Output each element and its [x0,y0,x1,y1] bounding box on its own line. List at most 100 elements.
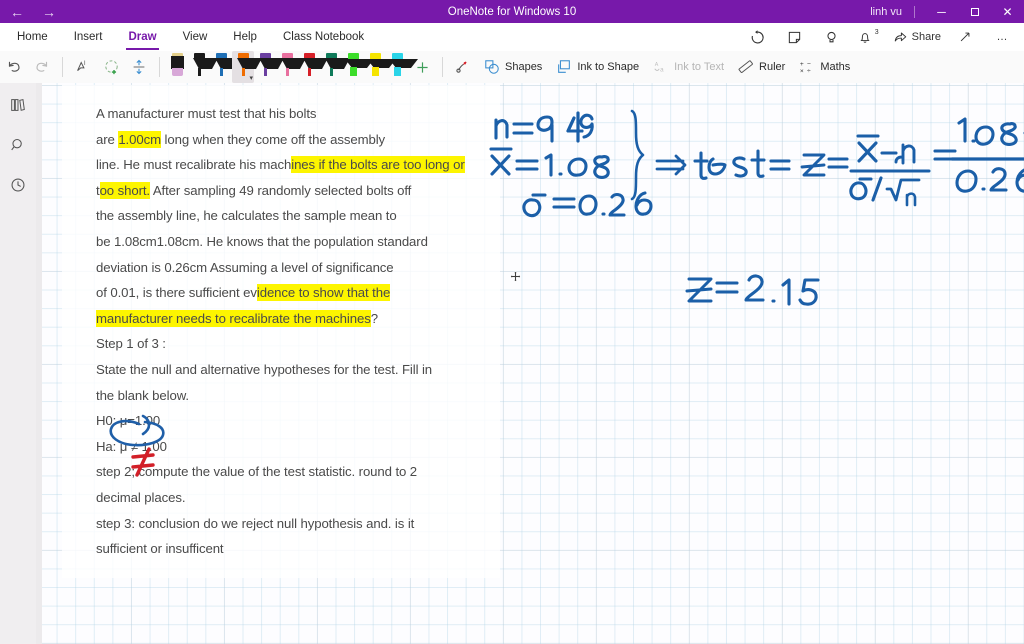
note-line: A manufacturer must test that his bolts [96,101,496,127]
expand-button[interactable] [947,25,983,49]
redo-icon [36,61,48,72]
note-span: line. He must recalibrate his mach [96,157,292,173]
share-button[interactable]: Share [888,25,946,49]
ink-to-shape-button[interactable]: Ink to Shape [549,54,646,80]
eraser-icon [170,53,184,77]
sync-button[interactable] [740,25,776,49]
back-button[interactable]: ← [8,3,26,21]
ink-to-text-button[interactable]: A a Ink to Text [646,54,731,80]
note-span: sufficient or insufficent [96,541,224,557]
note-text-content[interactable]: A manufacturer must test that his bolts … [96,101,496,562]
page-canvas[interactable]: A manufacturer must test that his bolts … [36,83,1024,644]
note-line: step 2; compute the value of the test st… [96,459,496,485]
maths-button[interactable]: + − × ÷ Maths [792,54,857,80]
ribbon-divider-3 [442,57,443,77]
maximize-button[interactable] [958,0,991,23]
pen-black-tool[interactable] [188,51,218,83]
note-line: are 1.00cm long when they come off the a… [96,127,496,153]
svg-text:÷: ÷ [807,68,811,75]
svg-text:I: I [84,60,86,67]
pen-pink-tool[interactable] [276,51,306,83]
note-line: too short. After sampling 49 randomly se… [96,178,496,204]
note-line: deviation is 0.26cm Assuming a level of … [96,255,496,281]
tab-class-notebook[interactable]: Class Notebook [270,23,377,51]
object-select-button[interactable] [97,53,125,81]
note-span-highlighted: ines if the bolts are too long or [291,156,465,174]
ribbon-tabs: Home Insert Draw View Help Class Noteboo… [0,23,377,51]
tab-draw[interactable]: Draw [115,23,169,51]
sidebar-item-search[interactable] [4,132,32,158]
svg-text:−: − [807,61,811,68]
search-icon [11,138,22,151]
ink-to-shape-label: Ink to Shape [577,61,640,73]
notifications-bell-icon [860,32,870,43]
chevron-down-icon[interactable]: ▾ [249,75,253,82]
pen-blue-tool[interactable] [210,51,240,83]
expand-icon [960,32,970,42]
note-span: Ha: μ ≠ 1.00 [96,438,167,454]
pen-teal-icon [324,53,350,79]
tab-insert[interactable]: Insert [61,23,116,51]
note-span: Step 1 of 3 : [96,336,166,352]
note-span: H0: μ=1.00 [96,413,161,429]
left-navigation-rail [0,83,37,644]
menu-bar: Home Insert Draw View Help Class Noteboo… [0,23,1024,51]
highlighter-green-tool[interactable] [342,51,374,83]
undo-button[interactable] [0,53,28,81]
insert-space-icon [133,59,145,75]
shapes-label: Shapes [505,61,543,73]
eraser-tool[interactable] [166,51,188,83]
ruler-button[interactable]: Ruler [731,54,792,80]
pens-group: ▾ [166,51,449,83]
note-span: step 2; compute the value of the test st… [96,464,418,480]
close-button[interactable]: ✕ [991,0,1024,23]
account-name[interactable]: linh vu [870,6,914,18]
ink-replay-button[interactable] [449,53,477,81]
more-options-button[interactable]: … [984,25,1020,49]
tell-me-button[interactable] [814,25,850,49]
svg-text:×: × [800,68,804,75]
sticky-note-button[interactable] [777,25,813,49]
lasso-select-button[interactable]: I [69,53,97,81]
tab-home[interactable]: Home [4,23,61,51]
note-line: be 1.08cm1.08cm. He knows that the popul… [96,229,496,255]
highlighter-cyan-tool[interactable] [386,51,418,83]
note-line: of 0.01, is there sufficient evidence to… [96,280,496,306]
tab-view[interactable]: View [170,23,221,51]
minimize-button[interactable]: ─ [925,0,958,23]
pen-teal-tool[interactable] [320,51,350,83]
tab-help[interactable]: Help [220,23,270,51]
pen-red-icon [302,53,328,79]
undo-icon [8,61,20,72]
note-span: long when they come off the assembly [160,131,386,147]
note-line: manufacturer needs to recalibrate the ma… [96,306,496,332]
note-span-highlighted: 1.00cm [118,130,161,148]
sidebar-item-notebooks[interactable] [4,92,32,118]
title-separator [914,5,915,18]
note-line: the blank below. [96,383,496,409]
draw-ribbon: I ▾ Shapes Ink to Shape A a Ink to Text … [0,51,1024,84]
insert-space-button[interactable] [125,53,153,81]
svg-text:+: + [800,61,804,68]
pen-orange-tool[interactable]: ▾ [232,51,262,83]
pen-red-tool[interactable] [298,51,328,83]
note-line: line. He must recalibrate his machines i… [96,152,496,178]
redo-button[interactable] [28,53,56,81]
note-span-highlighted: manufacturer needs to recalibrate the ma… [96,309,371,327]
pen-purple-tool[interactable] [254,51,284,83]
shapes-button[interactable]: Shapes [477,54,549,80]
note-span: be 1.08cm1.08cm. He knows that the popul… [96,233,428,249]
note-line: decimal places. [96,485,496,511]
sidebar-item-recent-notes[interactable] [4,172,32,198]
forward-button[interactable]: → [40,3,58,21]
object-select-icon [104,59,118,74]
note-line: State the null and alternative hypothese… [96,357,496,383]
notifications-button[interactable]: 3 [851,25,887,49]
sync-icon [751,29,764,43]
note-span-highlighted: idence to show that the [256,284,391,302]
ink-to-shape-icon [558,60,571,73]
note-span: of 0.01, is there sufficient ev [96,285,257,301]
highlighter-yellow-tool[interactable] [364,51,396,83]
note-span: After sampling 49 randomly selected bolt… [150,182,412,198]
ribbon-divider-2 [159,57,160,77]
